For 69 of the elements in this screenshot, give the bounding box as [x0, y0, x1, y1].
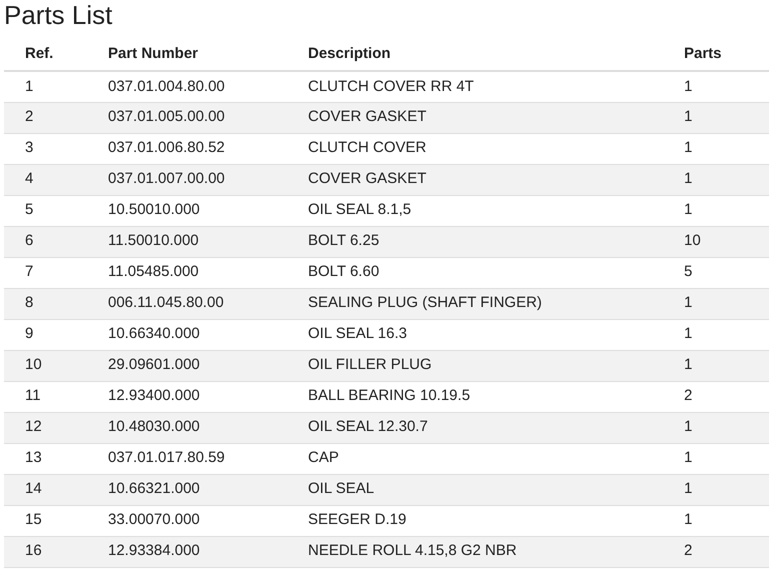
- table-cell: 2: [4, 102, 87, 133]
- table-cell: CLUTCH COVER: [287, 133, 663, 164]
- table-cell: 1: [4, 71, 87, 102]
- table-cell: 13: [4, 443, 87, 474]
- table-cell: CAP: [287, 443, 663, 474]
- table-cell: COVER GASKET: [287, 102, 663, 133]
- table-cell: 1: [663, 443, 769, 474]
- table-cell: 037.01.007.00.00: [87, 164, 287, 195]
- table-cell: CLUTCH COVER RR 4T: [287, 71, 663, 102]
- table-cell: 12.93400.000: [87, 381, 287, 412]
- table-cell: 10: [663, 226, 769, 257]
- table-cell: NEEDLE ROLL 4.15,8 G2 NBR: [287, 536, 663, 567]
- table-cell: 1: [663, 412, 769, 443]
- table-cell: 037.01.006.80.52: [87, 133, 287, 164]
- table-cell: BOLT 6.60: [287, 257, 663, 288]
- table-cell: 1: [663, 102, 769, 133]
- table-cell: 1: [663, 195, 769, 226]
- table-cell: OIL SEAL 16.3: [287, 319, 663, 350]
- table-cell: 11.05485.000: [87, 257, 287, 288]
- table-cell: 037.01.017.80.59: [87, 443, 287, 474]
- table-cell: 15: [4, 505, 87, 536]
- table-cell: 9: [4, 319, 87, 350]
- table-cell: 1: [663, 133, 769, 164]
- column-header: Ref.: [4, 39, 87, 71]
- table-cell: 1: [663, 319, 769, 350]
- table-cell: 5: [663, 257, 769, 288]
- table-cell: SEALING PLUG (SHAFT FINGER): [287, 288, 663, 319]
- table-cell: 11.50010.000: [87, 226, 287, 257]
- table-cell: 1: [663, 505, 769, 536]
- table-cell: 29.09601.000: [87, 350, 287, 381]
- table-cell: 037.01.005.00.00: [87, 102, 287, 133]
- table-cell: OIL SEAL: [287, 474, 663, 505]
- table-cell: 16: [4, 536, 87, 567]
- table-cell: 33.00070.000: [87, 505, 287, 536]
- table-cell: 10.50010.000: [87, 195, 287, 226]
- table-cell: 1: [663, 350, 769, 381]
- table-cell: BOLT 6.25: [287, 226, 663, 257]
- table-cell: 1: [663, 71, 769, 102]
- page-title: Parts List: [3, 0, 114, 32]
- table-cell: 7: [4, 257, 87, 288]
- table-cell: SEEGER D.19: [287, 505, 663, 536]
- table-cell: 14: [4, 474, 87, 505]
- table-cell: 006.11.045.80.00: [87, 288, 287, 319]
- table-cell: 10.66340.000: [87, 319, 287, 350]
- table-cell: COVER GASKET: [287, 164, 663, 195]
- table-cell: 10.66321.000: [87, 474, 287, 505]
- table-cell: 2: [663, 381, 769, 412]
- table-cell: 1: [663, 288, 769, 319]
- table-cell: 8: [4, 288, 87, 319]
- table-cell: 3: [4, 133, 87, 164]
- column-header: Part Number: [87, 39, 287, 71]
- table-cell: 1: [663, 164, 769, 195]
- table-cell: BALL BEARING 10.19.5: [287, 381, 663, 412]
- table-cell: 1: [663, 474, 769, 505]
- table-cell: 037.01.004.80.00: [87, 71, 287, 102]
- table-cell: OIL SEAL 12.30.7: [287, 412, 663, 443]
- table-cell: OIL FILLER PLUG: [287, 350, 663, 381]
- column-header: Description: [287, 39, 663, 71]
- table-cell: 5: [4, 195, 87, 226]
- table-cell: 10: [4, 350, 87, 381]
- table-cell: 11: [4, 381, 87, 412]
- table-cell: OIL SEAL 8.1,5: [287, 195, 663, 226]
- table-cell: 6: [4, 226, 87, 257]
- table-cell: 12: [4, 412, 87, 443]
- table-cell: 10.48030.000: [87, 412, 287, 443]
- table-cell: 2: [663, 536, 769, 567]
- table-cell: 12.93384.000: [87, 536, 287, 567]
- table-cell: 4: [4, 164, 87, 195]
- column-header: Parts: [663, 39, 769, 71]
